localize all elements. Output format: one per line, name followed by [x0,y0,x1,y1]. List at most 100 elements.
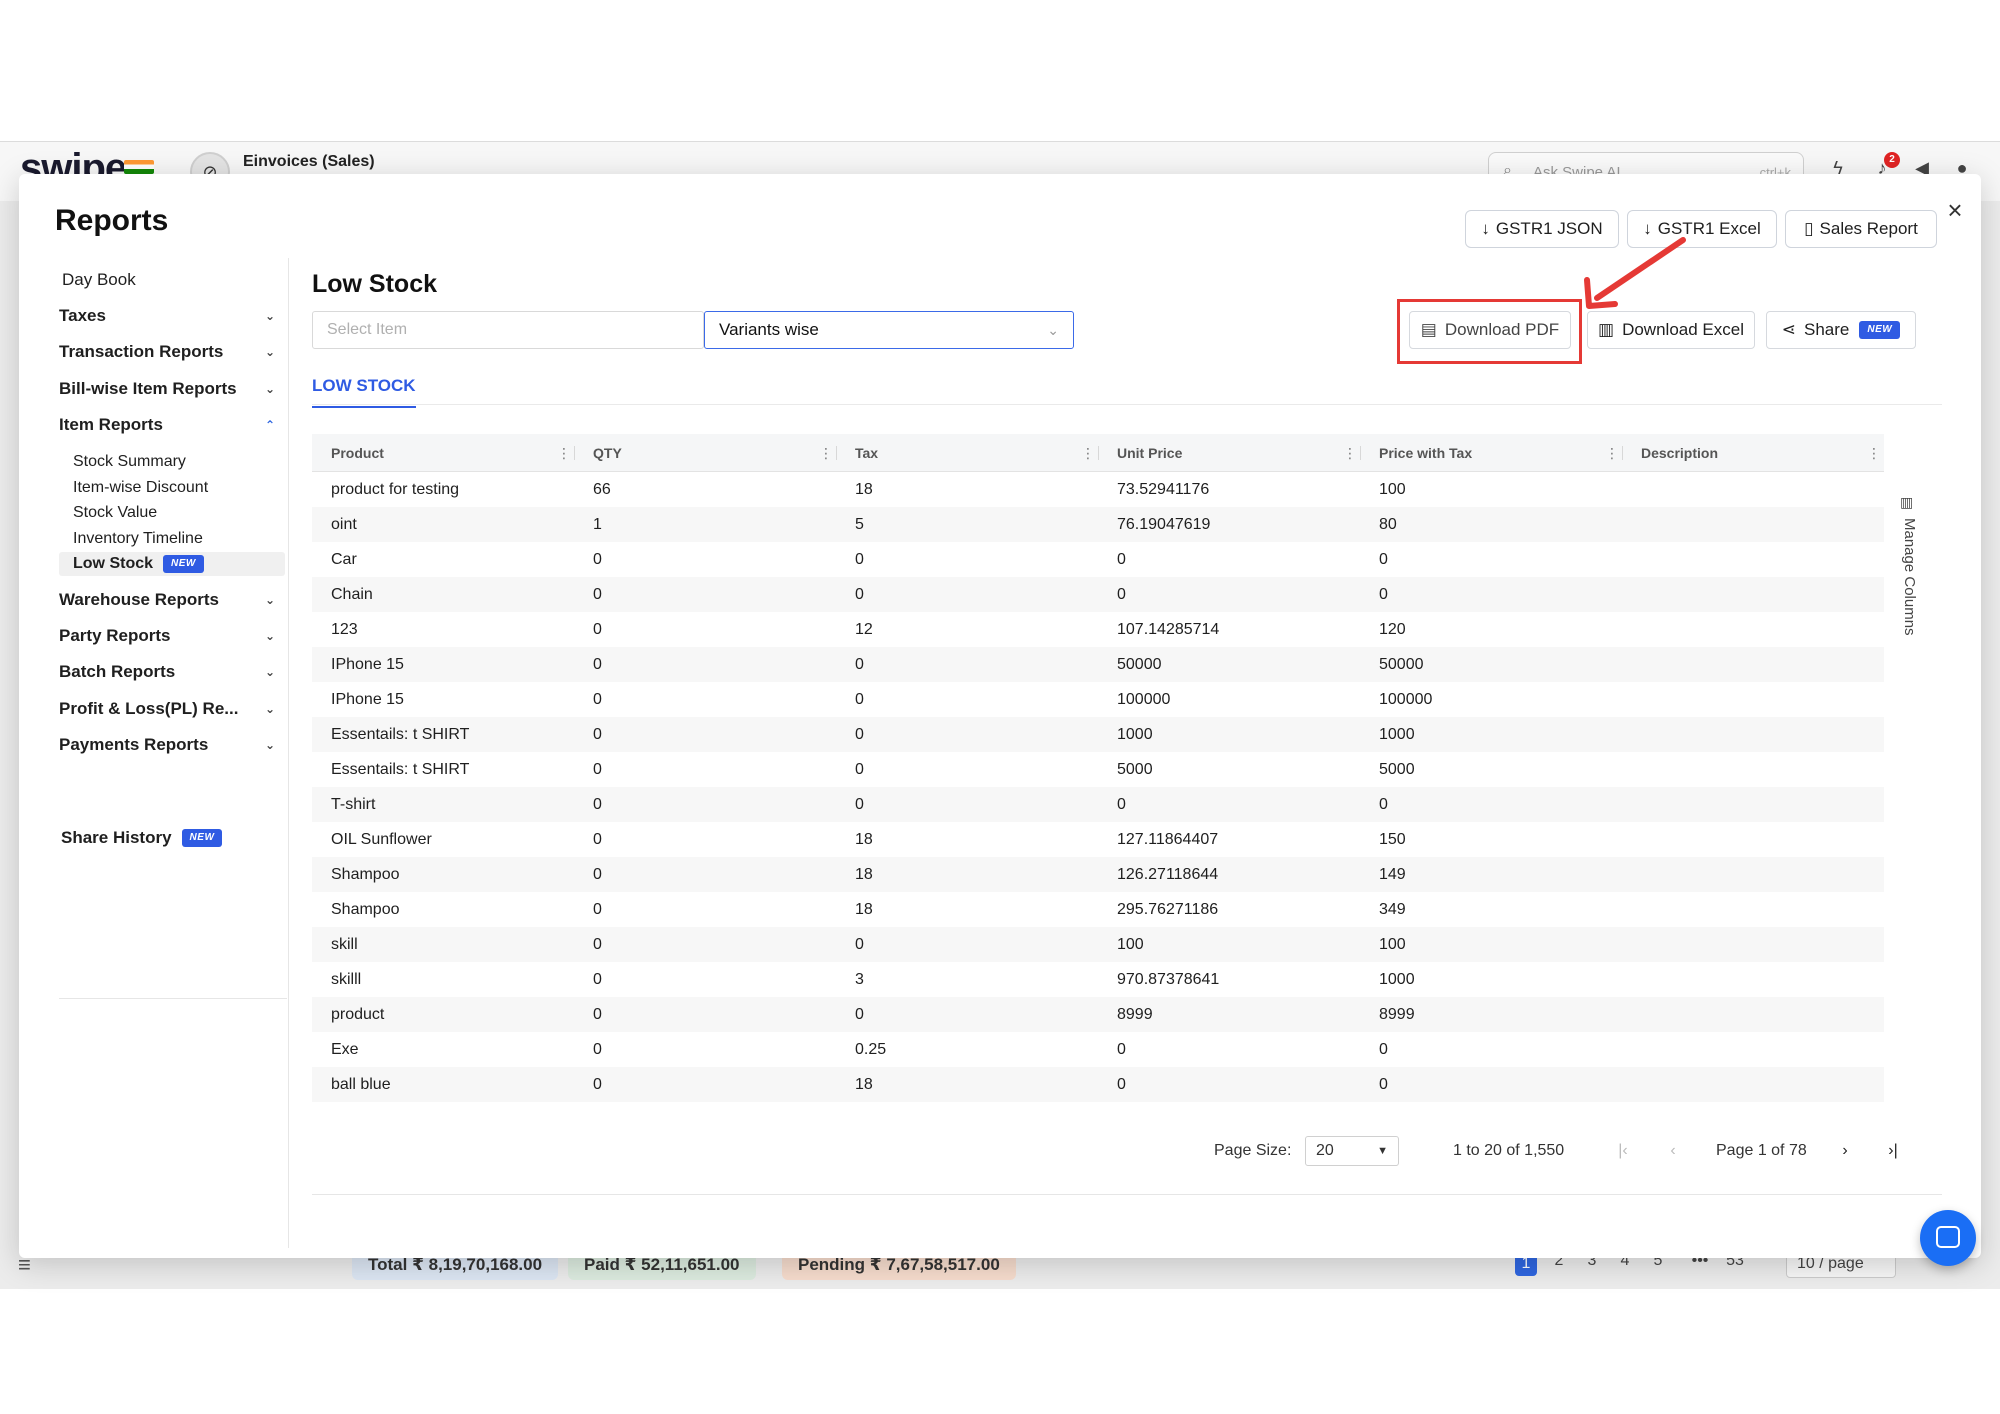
share-button[interactable]: ⋖ Share NEW [1766,311,1916,349]
sidebar-sub-label: Stock Value [73,504,158,521]
cell-unit-price: 50000 [1117,656,1162,673]
cell-qty: 0 [593,656,602,673]
notification-badge: 2 [1884,152,1900,168]
sidebar-sub-stock-summary[interactable]: Stock Summary [73,450,293,474]
sidebar-item-bill-wise[interactable]: Bill-wise Item Reports ⌄ [59,375,281,403]
next-page-icon[interactable]: › [1834,1140,1856,1162]
close-button[interactable]: × [1941,196,1969,224]
table-row[interactable]: oint 1 5 76.19047619 80 [312,507,1884,542]
table-row[interactable]: ball blue 0 18 0 0 [312,1067,1884,1102]
download-excel-button[interactable]: ▥ Download Excel [1587,311,1755,349]
sidebar-sub-low-stock[interactable]: Low Stock NEW [59,552,285,576]
column-menu-icon[interactable]: ⋮ [1605,445,1619,461]
sidebar-item-item-reports[interactable]: Item Reports ⌃ [59,411,281,439]
cell-product: IPhone 15 [331,691,404,708]
table-row[interactable]: IPhone 15 0 0 50000 50000 [312,647,1884,682]
sidebar-item-share-history[interactable]: Share History NEW [61,824,283,852]
table-row[interactable]: OIL Sunflower 0 18 127.11864407 150 [312,822,1884,857]
table-row[interactable]: IPhone 15 0 0 100000 100000 [312,682,1884,717]
cell-tax: 18 [855,866,873,883]
cell-description [1622,892,1641,927]
sidebar-sub-item-discount[interactable]: Item-wise Discount [73,476,293,500]
table-row[interactable]: product for testing 66 18 73.52941176 100 [312,472,1884,507]
header-tax[interactable]: Tax [836,434,878,472]
cell-description [1622,717,1641,752]
column-menu-icon[interactable]: ⋮ [557,445,571,461]
cell-unit-price: 295.76271186 [1117,901,1219,918]
sidebar-item-label: Item Reports [59,415,163,434]
cell-product: Essentails: t SHIRT [331,761,470,778]
manage-columns-panel[interactable]: ▥ Manage Columns [1892,494,1922,674]
cell-tax: 12 [855,621,873,638]
table-row[interactable]: Shampoo 0 18 126.27118644 149 [312,857,1884,892]
column-menu-icon[interactable]: ⋮ [1343,445,1357,461]
page-size-select[interactable]: 20 ▼ [1305,1136,1399,1166]
column-menu-icon[interactable]: ⋮ [1081,445,1095,461]
cell-qty: 0 [593,691,602,708]
cell-tax: 0 [855,1006,864,1023]
sidebar-sub-inventory-timeline[interactable]: Inventory Timeline [73,527,293,551]
sidebar-item-party[interactable]: Party Reports ⌄ [59,622,281,650]
cell-tax: 0 [855,796,864,813]
header-product[interactable]: Product [312,434,384,472]
sidebar-item-label: Bill-wise Item Reports [59,379,237,398]
column-menu-icon[interactable]: ⋮ [1867,445,1881,461]
table-row[interactable]: product 0 0 8999 8999 [312,997,1884,1032]
cell-unit-price: 126.27118644 [1117,866,1219,883]
sidebar-item-batch[interactable]: Batch Reports ⌄ [59,658,281,686]
pagination: Page Size: 20 ▼ 1 to 20 of 1,550 |‹ ‹ Pa… [312,1132,1942,1172]
chat-icon [1936,1226,1960,1248]
sidebar-item-profit-loss[interactable]: Profit & Loss(PL) Re... ⌄ [59,695,281,723]
chat-button[interactable] [1920,1210,1976,1266]
sidebar-item-warehouse[interactable]: Warehouse Reports ⌄ [59,586,281,614]
table-row[interactable]: skilll 0 3 970.87378641 1000 [312,962,1884,997]
header-price-with-tax[interactable]: Price with Tax [1360,434,1472,472]
prev-page-icon[interactable]: ‹ [1662,1140,1684,1162]
table-row[interactable]: Essentails: t SHIRT 0 0 1000 1000 [312,717,1884,752]
first-page-icon[interactable]: |‹ [1612,1140,1634,1162]
sidebar-item-taxes[interactable]: Taxes ⌄ [59,302,281,330]
table-row[interactable]: T-shirt 0 0 0 0 [312,787,1884,822]
cell-price-with-tax: 100 [1379,481,1406,498]
cell-qty: 0 [593,621,602,638]
header-unit-price[interactable]: Unit Price [1098,434,1182,472]
company-name[interactable]: Einvoices (Sales) [243,153,375,171]
download-icon: ↓ [1481,219,1490,238]
page-size-value: 20 [1316,1142,1334,1159]
select-item-input[interactable] [312,311,704,349]
excel-file-icon: ▥ [1598,320,1615,339]
cell-qty: 0 [593,761,602,778]
cell-tax: 0.25 [855,1041,887,1058]
row-range: 1 to 20 of 1,550 [1453,1142,1565,1159]
header-description[interactable]: Description [1622,434,1718,472]
table-row[interactable]: skill 0 0 100 100 [312,927,1884,962]
manage-columns-label[interactable]: Manage Columns [1901,518,1918,636]
column-menu-icon[interactable]: ⋮ [819,445,833,461]
cell-qty: 0 [593,1006,602,1023]
cell-price-with-tax: 8999 [1379,1006,1415,1023]
cell-tax: 0 [855,691,864,708]
table-row[interactable]: Car 0 0 0 0 [312,542,1884,577]
sidebar-item-payments[interactable]: Payments Reports ⌄ [59,731,281,759]
table-row[interactable]: Exe 0 0.25 0 0 [312,1032,1884,1067]
variants-select[interactable]: Variants wise ⌄ [704,311,1074,349]
cell-qty: 0 [593,901,602,918]
cell-price-with-tax: 100 [1379,936,1406,953]
cell-tax: 18 [855,831,873,848]
sidebar-item-label: Payments Reports [59,735,209,754]
sidebar-item-transaction-reports[interactable]: Transaction Reports ⌄ [59,338,281,366]
last-page-icon[interactable]: ›| [1882,1140,1904,1162]
table-row[interactable]: 123 0 12 107.14285714 120 [312,612,1884,647]
cell-qty: 0 [593,1041,602,1058]
table-row[interactable]: Essentails: t SHIRT 0 0 5000 5000 [312,752,1884,787]
sidebar-item-label: Share History [61,828,172,847]
sidebar-sub-stock-value[interactable]: Stock Value [73,501,293,525]
cell-qty: 66 [593,481,611,498]
sidebar-item-day-book[interactable]: Day Book [62,266,284,294]
variants-value: Variants wise [719,320,819,339]
header-qty[interactable]: QTY [574,434,622,472]
table-row[interactable]: Shampoo 0 18 295.76271186 349 [312,892,1884,927]
pager-divider [312,1194,1942,1195]
table-row[interactable]: Chain 0 0 0 0 [312,577,1884,612]
sales-report-button[interactable]: ▯ Sales Report [1785,210,1937,248]
